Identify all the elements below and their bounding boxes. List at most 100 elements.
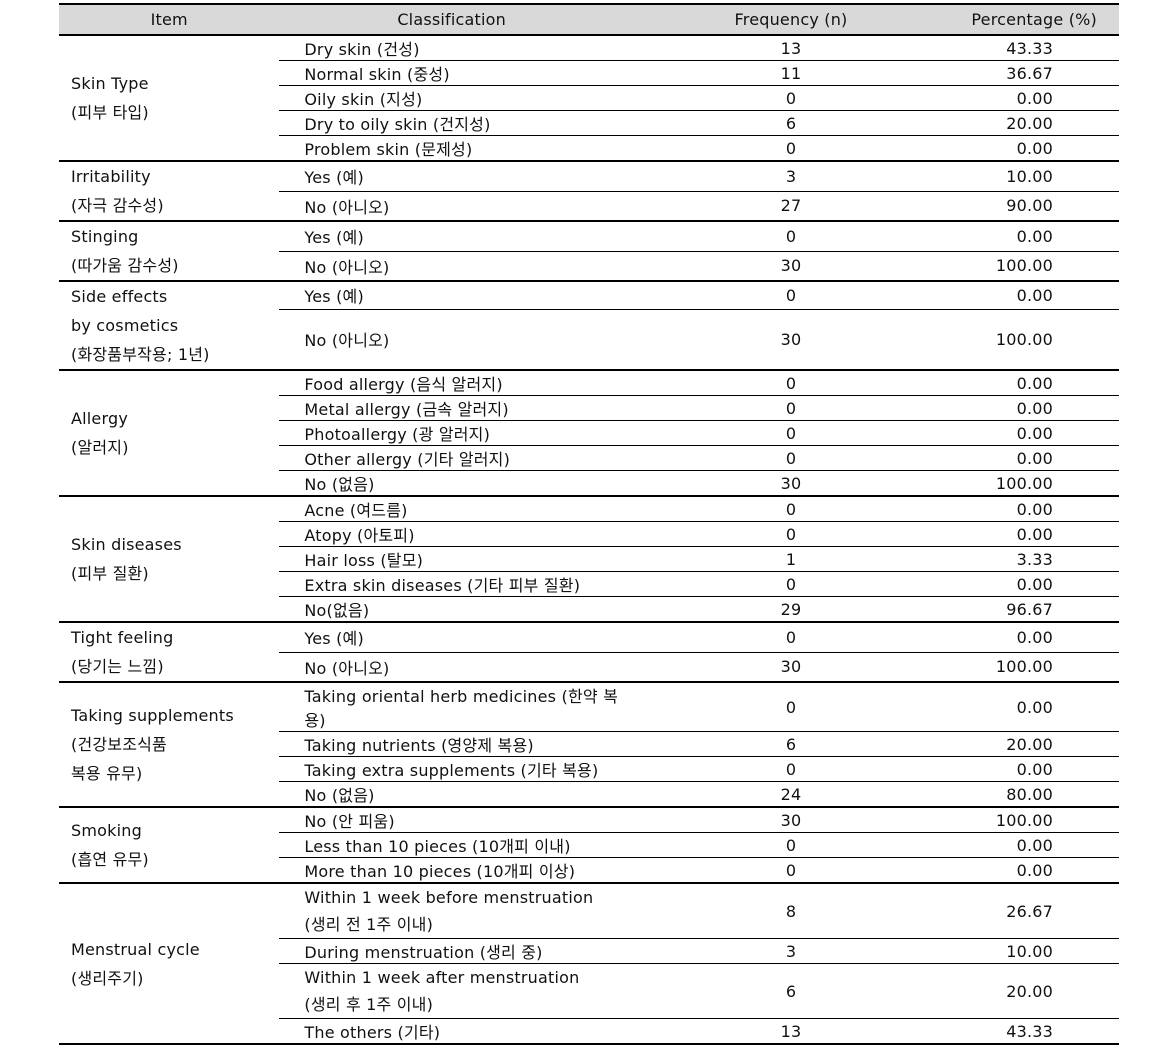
classification-cell: Yes (예) — [279, 221, 624, 252]
frequency-cell: 0 — [623, 420, 889, 446]
percentage-cell: 20.00 — [888, 731, 1119, 757]
frequency-cell: 24 — [623, 781, 889, 808]
frequency-cell: 0 — [623, 85, 889, 111]
item-cell: Smoking (흡연 유무) — [59, 807, 280, 884]
classification-cell: Within 1 week before menstruation (생리 전 1… — [279, 883, 624, 939]
frequency-cell: 3 — [623, 161, 889, 192]
classification-cell: No (없음) — [279, 781, 624, 808]
table-row: Smoking (흡연 유무) No (안 피움) 30 100.00 — [59, 807, 1119, 884]
classification-cell: No (안 피움) — [279, 807, 624, 833]
classification-cell: No(없음) — [279, 596, 624, 623]
frequency-cell: 30 — [623, 309, 889, 371]
table-body: Skin Type (피부 타입) Dry skin (건성) 13 43.33 Norm… — [59, 35, 1119, 1045]
classification-cell: The others (기타) — [279, 1018, 624, 1045]
percentage-cell: 0.00 — [888, 221, 1119, 252]
frequency-cell: 8 — [623, 883, 889, 939]
classification-line: Within 1 week after menstruation — [304, 968, 580, 987]
classification-cell: Atopy (아토피) — [279, 521, 624, 547]
percentage-cell: 0.00 — [888, 135, 1119, 162]
item-label-line: Irritability — [71, 167, 151, 186]
percentage-cell: 10.00 — [888, 161, 1119, 192]
item-cell: Stinging (따가움 감수성) — [59, 221, 280, 282]
frequency-cell: 30 — [623, 652, 889, 683]
percentage-cell: 96.67 — [888, 596, 1119, 623]
item-label-line: Side effects — [71, 287, 168, 306]
frequency-cell: 0 — [623, 281, 889, 310]
frequency-cell: 0 — [623, 622, 889, 653]
percentage-cell: 0.00 — [888, 370, 1119, 396]
classification-cell: Hair loss (탈모) — [279, 546, 624, 572]
classification-line: (생리 후 1주 이내) — [304, 995, 434, 1014]
frequency-cell: 30 — [623, 470, 889, 497]
percentage-cell: 0.00 — [888, 857, 1119, 884]
percentage-cell: 0.00 — [888, 281, 1119, 310]
item-label-line: (자극 감수성) — [71, 196, 164, 215]
frequency-cell: 0 — [623, 832, 889, 858]
classification-cell: Oily skin (지성) — [279, 85, 624, 111]
table-row: Allergy (알러지) Food allergy (음식 알러지) 0 0.00 — [59, 370, 1119, 497]
percentage-cell: 0.00 — [888, 571, 1119, 597]
table-row: Tight feeling (당기는 느낌) Yes (예) 0 0.00 — [59, 622, 1119, 683]
item-label-line: (피부 타입) — [71, 103, 149, 122]
percentage-cell: 43.33 — [888, 1018, 1119, 1045]
frequency-cell: 0 — [623, 135, 889, 162]
frequency-cell: 6 — [623, 963, 889, 1019]
item-cell: Menstrual cycle (생리주기) — [59, 883, 280, 1045]
item-label-line: (당기는 느낌) — [71, 657, 164, 676]
item-label-line: (생리주기) — [71, 968, 144, 988]
classification-cell: Taking extra supplements (기타 복용) — [279, 756, 624, 782]
classification-cell: Problem skin (문제성) — [279, 135, 624, 162]
item-label-line: Stinging — [71, 227, 139, 246]
item-cell: Side effects by cosmetics (화장품부작용; 1년) — [59, 281, 280, 371]
percentage-cell: 20.00 — [888, 963, 1119, 1019]
percentage-cell: 26.67 — [888, 883, 1119, 939]
item-label-line: (흡연 유무) — [71, 850, 149, 869]
classification-cell: Extra skin diseases (기타 피부 질환) — [279, 571, 624, 597]
frequency-cell: 0 — [623, 395, 889, 421]
percentage-cell: 43.33 — [888, 35, 1119, 61]
frequency-cell: 6 — [623, 731, 889, 757]
table-row: Side effects by cosmetics (화장품부작용; 1년) Yes … — [59, 281, 1119, 371]
classification-line: Within 1 week before menstruation — [304, 888, 594, 907]
frequency-cell: 0 — [623, 857, 889, 884]
frequency-cell: 0 — [623, 445, 889, 471]
frequency-cell: 0 — [623, 682, 889, 732]
item-label-line: Allergy — [71, 409, 129, 428]
percentage-cell: 0.00 — [888, 622, 1119, 653]
table-row: Stinging (따가움 감수성) Yes (예) 0 0.00 — [59, 221, 1119, 282]
classification-cell: During menstruation (생리 중) — [279, 938, 624, 964]
item-cell: Skin Type (피부 타입) — [59, 35, 280, 162]
percentage-cell: 0.00 — [888, 395, 1119, 421]
item-label-line: (피부 질환) — [71, 564, 149, 583]
table-row: Irritability (자극 감수성) Yes (예) 3 10.00 — [59, 161, 1119, 222]
classification-cell: Other allergy (기타 알러지) — [279, 445, 624, 471]
table-row: Taking supplements (건강보조식품 복용 유무) Taking or… — [59, 682, 1119, 808]
item-label-line: (건강보조식품 — [71, 735, 167, 754]
item-cell: Taking supplements (건강보조식품 복용 유무) — [59, 682, 280, 808]
frequency-cell: 29 — [623, 596, 889, 623]
item-label-line: (화장품부작용; 1년) — [71, 345, 210, 364]
table-row: Skin diseases (피부 질환) Acne (여드름) 0 0.00 — [59, 496, 1119, 623]
classification-cell: Photoallergy (광 알러지) — [279, 420, 624, 446]
frequency-cell: 0 — [623, 496, 889, 522]
percentage-cell: 80.00 — [888, 781, 1119, 808]
item-cell: Allergy (알러지) — [59, 370, 280, 497]
header-item: Item — [59, 3, 280, 36]
frequency-cell: 3 — [623, 938, 889, 964]
frequency-cell: 6 — [623, 110, 889, 136]
percentage-cell: 0.00 — [888, 832, 1119, 858]
percentage-cell: 20.00 — [888, 110, 1119, 136]
frequency-cell: 30 — [623, 807, 889, 833]
percentage-cell: 0.00 — [888, 521, 1119, 547]
percentage-cell: 100.00 — [888, 652, 1119, 683]
percentage-cell: 100.00 — [888, 309, 1119, 371]
percentage-cell: 90.00 — [888, 191, 1119, 222]
classification-cell: Dry to oily skin (건지성) — [279, 110, 624, 136]
percentage-cell: 100.00 — [888, 807, 1119, 833]
classification-cell: Acne (여드름) — [279, 496, 624, 522]
percentage-cell: 100.00 — [888, 251, 1119, 282]
item-cell: Skin diseases (피부 질환) — [59, 496, 280, 623]
classification-cell: Within 1 week after menstruation (생리 후 1주… — [279, 963, 624, 1019]
header-percentage: Percentage (%) — [888, 3, 1119, 36]
frequency-cell: 0 — [623, 521, 889, 547]
